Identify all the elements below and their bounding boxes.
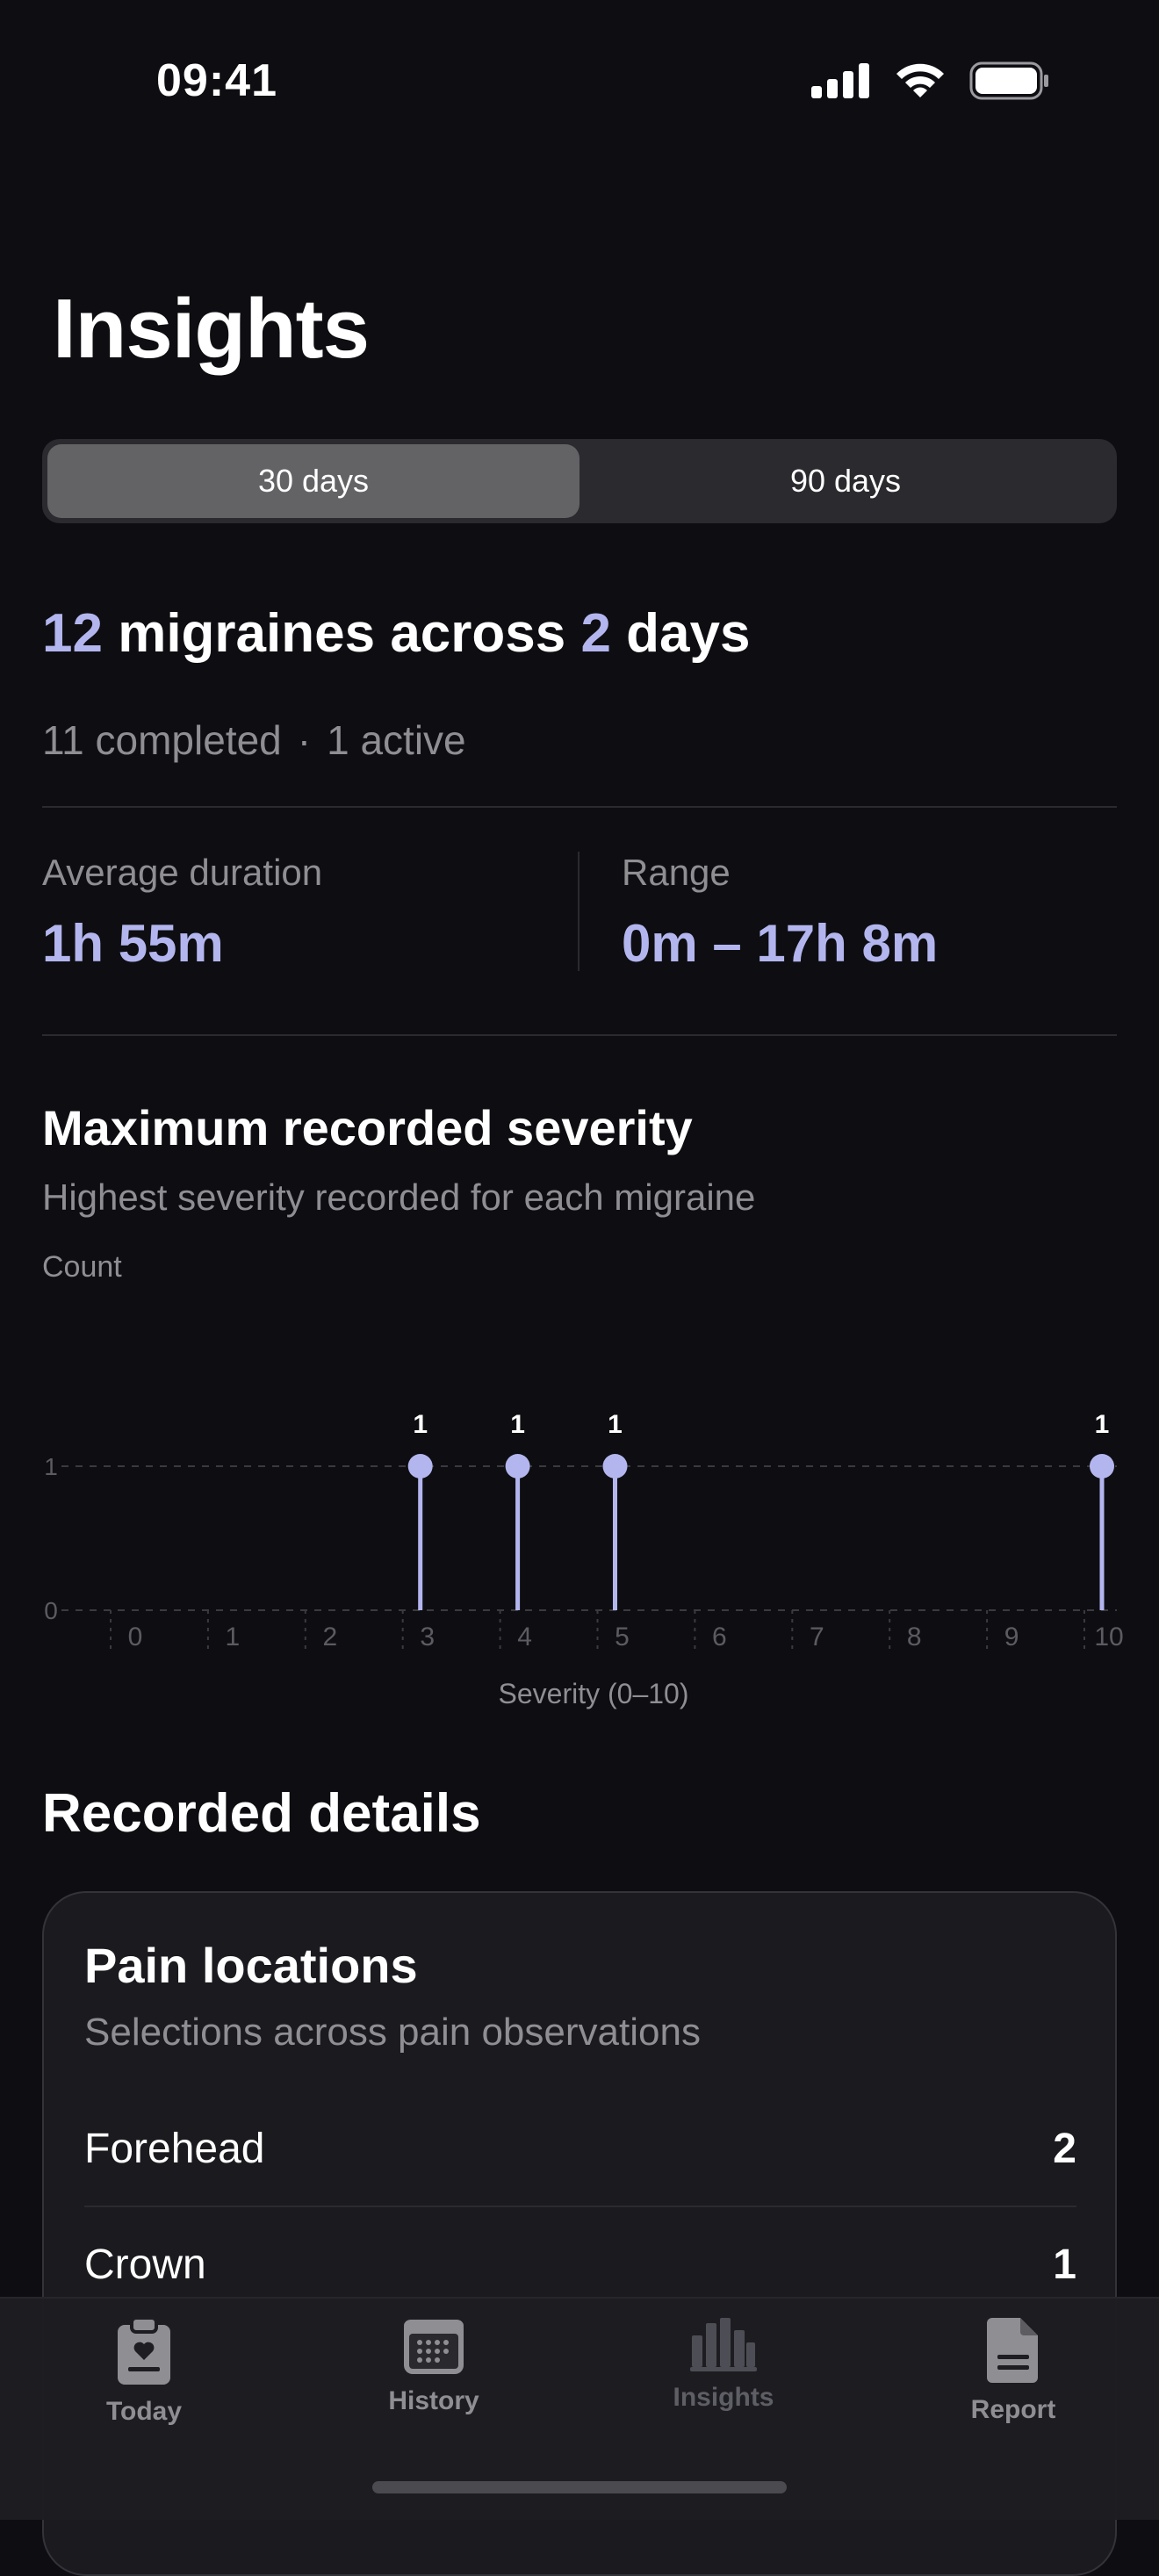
battery-icon [969,61,1048,100]
tab-history[interactable]: History [337,2316,530,2457]
segment-30-days[interactable]: 30 days [47,444,580,518]
status-icons [811,61,1050,100]
status-time: 09:41 [156,55,277,106]
divider [42,1034,1117,1036]
completed-count: 11 completed [42,717,282,763]
x-tick-label: 2 [322,1623,337,1651]
x-tick-label: 6 [712,1623,727,1651]
clipboard-heart-icon [118,2316,170,2385]
card-subtitle: Selections across pain observations [84,2011,701,2054]
location-count: 1 [1053,2241,1076,2288]
data-label: 1 [510,1410,525,1439]
data-label: 1 [413,1410,428,1439]
migraine-summary: 12 migraines across 2 days [42,602,751,665]
severity-section-subtitle: Highest severity recorded for each migra… [42,1176,756,1218]
tab-insights[interactable]: Insights [627,2316,820,2457]
location-name: Crown [84,2241,206,2288]
tab-label: Report [970,2395,1056,2424]
summary-middle-text: migraines across [102,603,581,664]
page-title: Insights [53,282,370,376]
calendar-icon [404,2320,464,2374]
divider [42,806,1117,808]
status-bar: 09:41 [0,0,1159,176]
y-tick-label: 1 [44,1453,58,1480]
location-name: Forehead [84,2125,265,2172]
segment-90-days[interactable]: 90 days [580,444,1112,518]
average-duration-label: Average duration [42,852,323,893]
x-tick-label: 3 [420,1623,435,1651]
severity-bar-cap [1090,1454,1114,1479]
y-tick-label: 0 [44,1597,58,1624]
active-count: 1 active [327,717,466,763]
data-label: 1 [608,1410,623,1439]
bar-chart-icon [690,2318,757,2371]
x-tick-label: 8 [907,1623,922,1651]
wifi-icon [896,63,944,97]
tab-label: Today [105,2397,183,2426]
migraine-count: 12 [42,603,103,664]
x-tick-label: 7 [810,1623,824,1651]
x-tick-label: 9 [1004,1623,1019,1651]
tab-today[interactable]: Today [47,2316,241,2457]
range-stat: Range 0m – 17h 8m [622,852,938,974]
y-axis-label: Count [42,1250,122,1284]
x-tick-label: 4 [517,1623,532,1651]
x-tick-label: 5 [615,1623,630,1651]
location-count: 2 [1053,2125,1076,2172]
x-axis-label: Severity (0–10) [499,1678,689,1709]
range-label: Range [622,852,731,893]
card-title: Pain locations [84,1938,418,1993]
insights-screen: 09:41 Insights 30 days 90 days 12 migrai… [0,0,1159,2576]
data-label: 1 [1095,1410,1110,1439]
average-duration-stat: Average duration 1h 55m [42,852,322,974]
x-tick-label: 0 [128,1623,143,1651]
x-tick-label: 1 [226,1623,241,1651]
severity-bar-cap [505,1454,530,1479]
home-indicator [372,2481,787,2493]
severity-bar-cap [602,1454,628,1479]
x-tick-label: 10 [1094,1623,1123,1651]
severity-section-title: Maximum recorded severity [42,1100,693,1155]
range-segmented-control: 30 days 90 days [42,439,1117,523]
completion-summary: 11 completed · 1 active [42,716,466,764]
separator-dot: · [297,717,312,763]
document-icon [987,2318,1038,2383]
tab-label: Insights [673,2383,774,2412]
range-value: 0m – 17h 8m [622,914,939,973]
stat-divider [578,852,580,971]
tab-report[interactable]: Report [917,2316,1110,2457]
days-count: 2 [580,603,611,664]
cellular-signal-icon [811,63,869,98]
details-section-title: Recorded details [42,1783,481,1844]
severity-bar-cap [407,1454,433,1479]
average-duration-value: 1h 55m [42,914,224,973]
summary-suffix-text: days [610,603,751,664]
severity-chart: 010 1 2 3 4 5 6 7 8 9 101 1 1 1Severity (0–10) [44,1410,1123,1709]
tab-label: History [388,2386,479,2415]
list-item[interactable]: Forehead 2 [84,2091,1076,2205]
